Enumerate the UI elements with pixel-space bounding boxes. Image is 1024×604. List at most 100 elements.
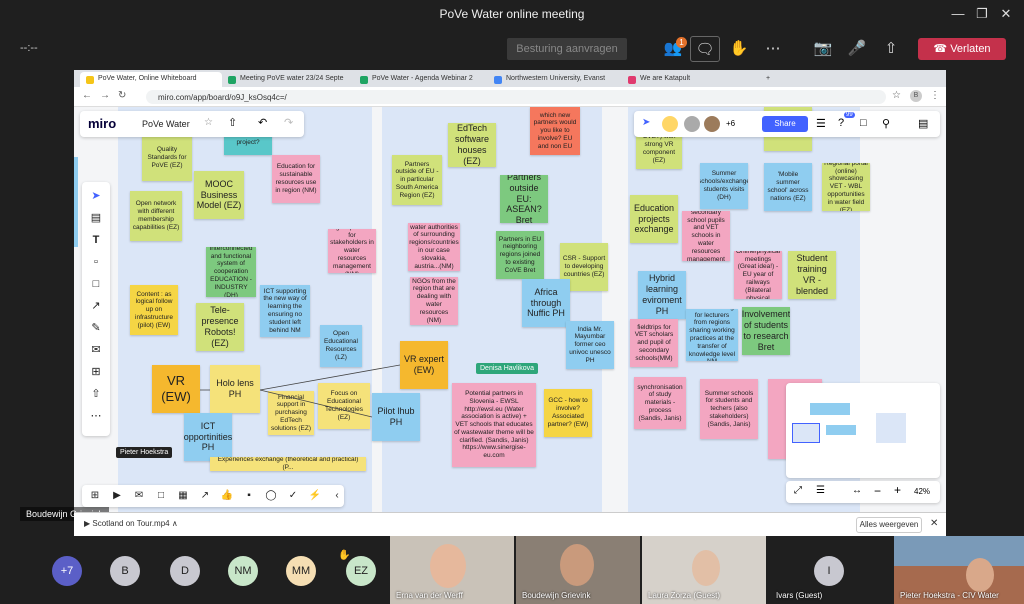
undo-icon[interactable]: ↶ [258,116,267,129]
sticky-note[interactable]: India Mr. Mayumbar former ceo univoc une… [566,321,614,369]
video-tile[interactable]: Boudewijn Grievink [516,536,640,604]
sticky-note[interactable]: Hybrid learning eviroment PH [638,271,686,319]
sticky-note[interactable]: Education projects exchange [630,195,678,243]
sticky-note[interactable]: Open Educational Resources (LZ) [320,325,362,367]
sticky-note[interactable]: EdTech software houses (EZ) [448,123,496,167]
sticky-note[interactable]: 'Mobile summer school' across nations (E… [764,163,812,211]
sticky-note[interactable]: digital platform for stakeholders in wat… [328,229,376,273]
request-control-button[interactable]: Besturing aanvragen [507,38,627,60]
sticky-note[interactable]: Partners outside of EU - in particular S… [392,155,442,205]
present-icon[interactable]: ▶ [110,489,124,503]
sticky-note[interactable]: Summer schools for students and techers … [700,379,758,439]
sticky-note[interactable]: competition for secondary school pupils … [682,211,730,261]
fullscreen-icon[interactable]: ⤢ [794,485,802,496]
fit-icon[interactable]: ↔ [852,485,862,496]
browser-tab[interactable]: Northwestern University, Evanst [488,72,622,87]
sticky-note[interactable]: Potential partners in Slovenia - EWSL ht… [452,383,536,467]
select-icon[interactable]: ➤ [88,188,104,204]
comment-icon[interactable]: □ [860,117,867,129]
url-field[interactable]: miro.com/app/board/o9J_ksOsq4c=/ [146,90,886,104]
export-icon[interactable]: ⇧ [228,116,237,129]
sticky-note[interactable]: VR expert (EW) [400,341,448,389]
notes-list-icon[interactable]: ▤ [918,117,928,130]
zoom-level[interactable]: 42% [914,487,930,496]
frames-icon[interactable]: ⊞ [88,489,102,503]
sticky-note[interactable]: water authorities of surrounding regions… [408,223,460,271]
sticky-note[interactable]: ICT supporting the new way of learning t… [260,285,310,337]
sticky-note[interactable]: Tele-presence Robots! (EZ) [196,303,244,351]
show-all-downloads-button[interactable]: Alles weergeven [856,517,922,533]
bookmark-star-icon[interactable]: ☆ [892,90,901,101]
sticky-note[interactable]: Africa through Nuffic PH [522,279,570,327]
participants-icon[interactable]: 👥 1 [658,36,688,62]
video-tile[interactable]: I Ivars (Guest) [768,536,892,604]
sticky-note[interactable]: Holo lens PH [210,365,260,413]
close-icon[interactable]: ✕ [994,4,1018,24]
map-icon[interactable]: ☰ [816,485,825,496]
sticky-note[interactable]: synchronisation of study materials - pro… [634,377,686,429]
pen-icon[interactable]: ✎ [88,320,104,336]
video-tile[interactable]: Erna van der Werff [390,536,514,604]
sticky-note[interactable]: Education for sustainable resources use … [272,155,320,203]
sticky-note[interactable]: Pilot lhub PH [372,393,420,441]
miro-board-canvas[interactable]: project? Quality Standards for PoVE (EZ)… [74,107,946,512]
share-screen-board-icon[interactable]: ↗ [198,489,212,503]
shape-icon[interactable]: □ [88,276,104,292]
zoom-out-icon[interactable]: − [874,484,881,498]
sticky-note[interactable]: Summer schools/exchange students visits … [700,163,748,209]
minimize-icon[interactable]: — [946,4,970,24]
zoom-in-icon[interactable]: + [894,483,901,497]
avatar[interactable]: MM [286,556,316,586]
avatar[interactable] [704,116,720,132]
search-icon[interactable]: ⚲ [882,117,890,130]
timer-icon[interactable]: ◯ [264,489,278,503]
browser-menu-icon[interactable]: ⋮ [930,90,940,101]
cursor-mode-icon[interactable]: ➤ [642,117,650,128]
vote-icon[interactable]: ✓ [286,489,300,503]
chat-icon[interactable]: 🗨 [690,36,720,62]
frame-icon[interactable]: ⊞ [88,364,104,380]
sticky-note[interactable]: Experiences exchange (theoretical and pr… [210,457,366,471]
more-actions-icon[interactable]: ⋯ [758,36,788,62]
sticky-note[interactable]: Regional portal (online) showcasing VET … [822,163,870,211]
sticky-note[interactable]: NGOs from the region that are dealing wi… [410,277,458,325]
sticky-note[interactable]: Student training VR - blended [788,251,836,299]
sticky-note[interactable]: Financial support in purchasing EdTech s… [268,391,314,435]
comment-tool-icon[interactable]: ✉ [88,342,104,358]
sticky-note-icon[interactable]: ▫ [88,254,104,270]
help-icon[interactable]: ? [838,117,844,129]
sticky-note[interactable]: Partners outside EU: ASEAN? Bret [500,175,548,223]
sticky-note[interactable]: Partners in EU neighboring regions joine… [496,231,544,279]
close-download-bar-icon[interactable]: ✕ [930,518,938,529]
sticky-note[interactable]: Focus on Educational Technologies (EZ) [318,383,370,429]
text-icon[interactable]: T [88,232,104,248]
maximize-icon[interactable]: ❐ [970,4,994,24]
reaction-icon[interactable]: 👍 [220,489,234,503]
reload-icon[interactable]: ↻ [118,90,126,101]
mic-off-icon[interactable]: 🎤 [842,36,872,62]
new-tab-icon[interactable]: + [760,72,780,87]
sticky-note[interactable]: Interconnected and functional system of … [206,247,256,297]
sticky-note[interactable]: GCC - how to involve? Associated partner… [544,389,592,437]
lightning-icon[interactable]: ⚡ [308,489,322,503]
overflow-participants[interactable]: +7 [52,556,82,586]
redo-icon[interactable]: ↷ [284,116,293,129]
cards-icon[interactable]: ▦ [176,489,190,503]
comments-icon[interactable]: ✉ [132,489,146,503]
templates-icon[interactable]: ▤ [88,210,104,226]
sticky-note[interactable]: Online meeting for lecturers from region… [686,309,738,361]
raise-hand-icon[interactable]: ✋ [724,36,754,62]
avatar[interactable]: B [110,556,140,586]
share-button[interactable]: Share [762,116,808,132]
sticky-note[interactable]: Content : as logical follow up on infras… [130,285,178,335]
back-icon[interactable]: ← [82,90,92,101]
browser-tab[interactable]: PoVe Water - Agenda Webinar 2 [354,72,488,87]
sticky-note[interactable]: Quality Standards for PoVE (EZ) [142,135,192,181]
sticky-note[interactable]: which new partners would you like to inv… [530,107,580,155]
star-icon[interactable]: ☆ [204,117,213,128]
sticky-note[interactable]: ICT opportinities PH [184,413,232,461]
browser-tab[interactable]: PoVe Water, Online Whiteboard [80,72,222,87]
settings-sliders-icon[interactable]: ☰ [816,117,826,130]
video-tile[interactable]: Pieter Hoekstra - CIV Water [894,536,1024,604]
forward-icon[interactable]: → [100,90,110,101]
